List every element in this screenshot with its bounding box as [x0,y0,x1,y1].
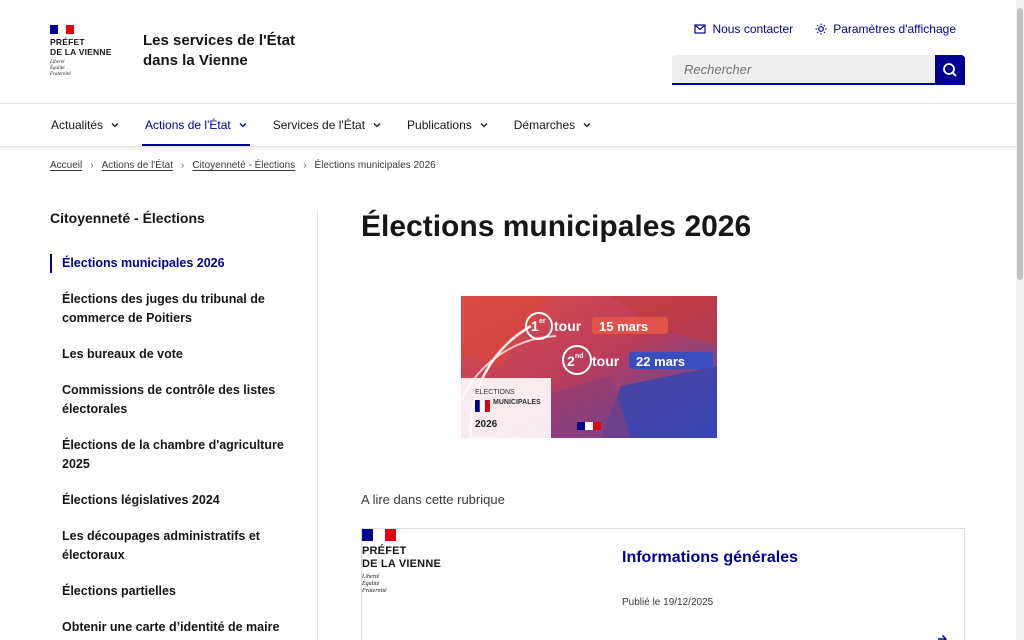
elections-banner-image: 1 er tour 15 mars 2 nd tour 22 mars ELEC… [461,296,717,438]
sidebar-item-chambre-agriculture[interactable]: Élections de la chambre d'agriculture 20… [50,436,317,474]
sidebar-item-commissions-controle[interactable]: Commissions de contrôle des listes élect… [50,381,317,419]
scrollbar-thumb[interactable] [1017,8,1023,280]
sidebar-item-juges-tribunal[interactable]: Élections des juges du tribunal de comme… [50,290,317,328]
arrow-right-icon [938,635,947,640]
contact-label: Nous contacter [712,22,794,36]
sidebar-item-decoupages[interactable]: Les découpages administratifs et élector… [50,527,317,565]
main-navigation: Actualités Actions de l'État Services de… [0,104,1016,147]
banner-label-elections: ELECTIONS [475,389,515,396]
nav-label: Services de l'État [272,118,366,132]
nav-label: Actualités [51,118,104,132]
nav-item-publications[interactable]: Publications [394,104,501,146]
nav-item-actions-etat[interactable]: Actions de l'État [132,104,260,146]
display-settings-link[interactable]: Paramètres d'affichage [815,22,956,36]
logo-line-2: DE LA VIENNE [50,47,112,57]
nav-label: Publications [407,118,472,132]
tour-1-number: 1 [531,318,539,334]
chevron-down-icon [583,123,591,128]
banner-logo-red [593,422,601,430]
sidebar-item-partielles[interactable]: Élections partielles [50,582,317,601]
tour-1-sup: er [539,318,546,325]
sidebar-menu: Citoyenneté - Élections Élections munici… [50,210,318,640]
chevron-down-icon [239,123,247,128]
site-header: PRÉFET DE LA VIENNE Liberté Égalité Frat… [0,0,1016,104]
banner-label-municipales: MUNICIPALES [493,399,541,406]
chevron-right-icon: › [181,160,185,171]
tour-1-word: tour [554,318,582,334]
nav-label: Actions de l'État [145,118,231,132]
french-flag-icon [362,529,396,541]
tour-1-date: 15 mars [599,319,648,334]
banner-flag-red [485,400,490,412]
card-motto-egalite: Égalité [362,581,380,587]
mail-icon [694,24,707,34]
card-motto-liberte: Liberté [362,574,380,580]
sidebar-item-bureaux-vote[interactable]: Les bureaux de vote [50,345,317,364]
prefet-logo[interactable]: PRÉFET DE LA VIENNE Liberté Égalité Frat… [50,25,130,78]
card-logo-line-2: DE LA VIENNE [362,558,442,570]
breadcrumb-current: Élections municipales 2026 [314,160,436,171]
search-input[interactable] [672,55,935,85]
tour-2-date: 22 mars [636,354,685,369]
nav-item-demarches[interactable]: Démarches [501,104,604,146]
page-title: Élections municipales 2026 [361,210,752,243]
article-card[interactable]: PRÉFET DE LA VIENNE Liberté Égalité Frat… [361,528,965,640]
sidebar-item-municipales-2026[interactable]: Élections municipales 2026 [50,254,317,273]
site-title[interactable]: Les services de l'État dans la Vienne [143,31,323,71]
contact-link[interactable]: Nous contacter [694,22,793,36]
card-title[interactable]: Informations générales [622,549,798,567]
french-flag-icon [50,25,74,34]
sidebar-title: Citoyenneté - Élections [50,210,205,226]
tour-2-number: 2 [567,353,575,369]
breadcrumb-actions-etat[interactable]: Actions de l'État [102,160,173,171]
search-button[interactable] [935,55,965,85]
banner-logo-white [585,422,593,430]
sidebar-item-legislatives-2024[interactable]: Élections législatives 2024 [50,491,317,510]
nav-label: Démarches [513,118,576,132]
tour-2-sup: nd [575,353,584,360]
chevron-down-icon [373,123,381,128]
card-motto-fraternite: Fraternité [362,588,387,594]
breadcrumb: Accueil › Actions de l'État › Citoyennet… [50,160,436,171]
rubric-label: A lire dans cette rubrique [361,492,505,507]
sidebar-item-carte-maire[interactable]: Obtenir une carte d’identité de maire [50,618,317,637]
breadcrumb-accueil[interactable]: Accueil [50,160,82,171]
banner-flag-blue [475,400,480,412]
nav-item-services-etat[interactable]: Services de l'État [260,104,394,146]
header-tools: Nous contacter Paramètres d'affichage [694,22,956,36]
logo-line-1: PRÉFET [50,37,85,47]
chevron-down-icon [111,123,119,128]
search-icon [943,63,957,77]
banner-year: 2026 [475,419,498,430]
nav-item-actualites[interactable]: Actualités [38,104,132,146]
display-settings-label: Paramètres d'affichage [833,22,956,36]
breadcrumb-citoyennete[interactable]: Citoyenneté - Élections [192,160,295,171]
card-logo-line-1: PRÉFET [362,545,407,557]
card-date: Publié le 19/12/2025 [622,597,714,608]
search-bar [672,55,965,85]
banner-flag-white [479,399,486,413]
banner-logo-blue [577,422,585,430]
chevron-down-icon [480,123,488,128]
chevron-right-icon: › [303,160,307,171]
card-prefet-logo: PRÉFET DE LA VIENNE Liberté Égalité Frat… [362,529,462,595]
tour-2-word: tour [592,353,620,369]
page-scrollbar[interactable] [1016,0,1024,640]
motto-fraternite: Fraternité [50,72,71,77]
chevron-right-icon: › [90,160,94,171]
sun-icon [815,23,827,35]
